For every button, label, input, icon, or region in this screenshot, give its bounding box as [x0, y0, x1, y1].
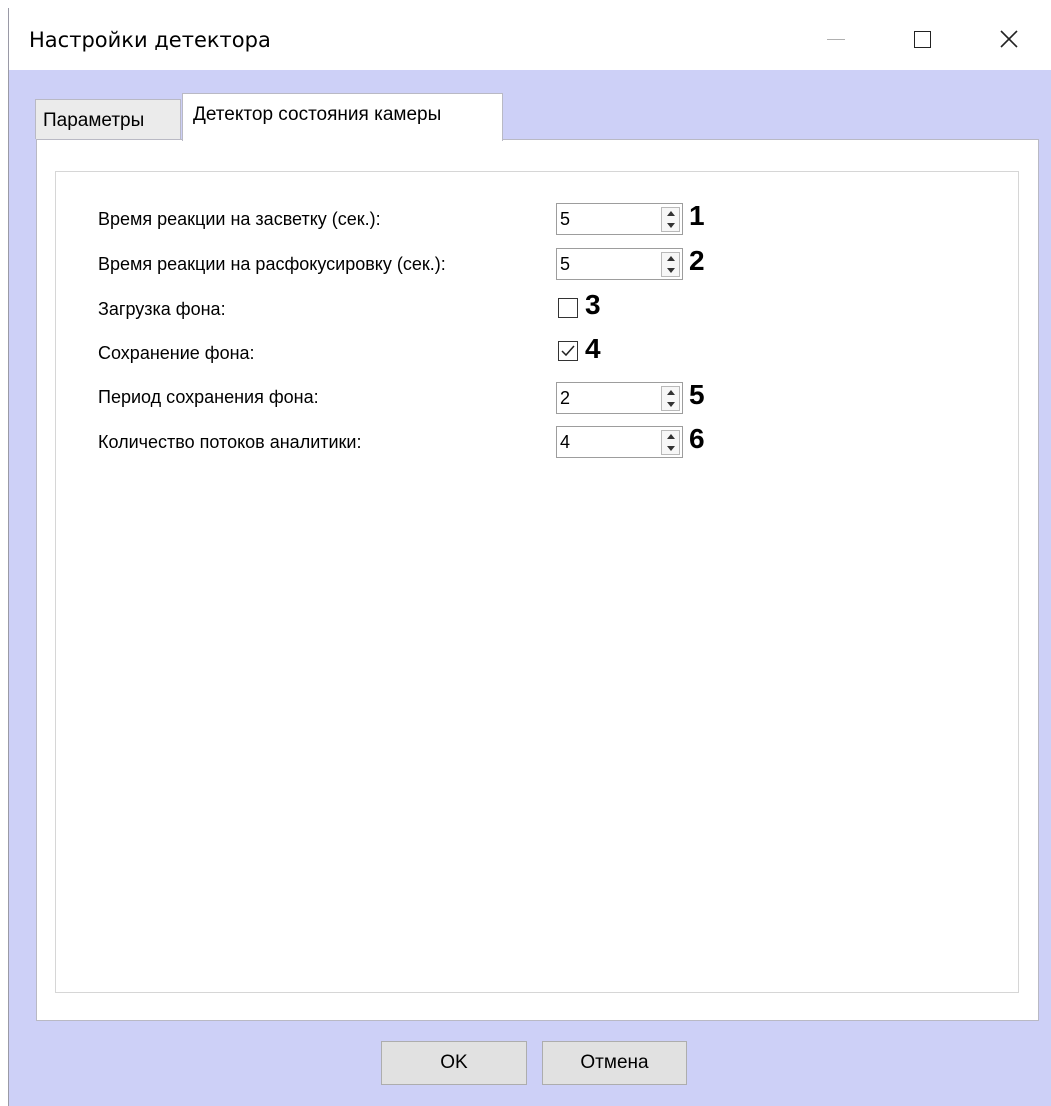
tab-parameters[interactable]: Параметры	[35, 99, 181, 139]
marker-2: 2	[689, 245, 705, 276]
settings-group: Время реакции на засветку (сек.): 5 1 Вр…	[55, 171, 1019, 993]
tab-camera-state-detector[interactable]: Детектор состояния камеры	[182, 93, 503, 141]
arrow-up-icon[interactable]	[666, 211, 675, 217]
title-bar: Настройки детектора	[9, 8, 1051, 70]
close-icon	[1000, 30, 1018, 48]
bg-load-checkbox[interactable]	[558, 298, 578, 318]
marker-5: 5	[689, 379, 705, 410]
minimize-icon	[827, 38, 845, 40]
threads-value[interactable]: 4	[560, 432, 570, 453]
arrow-up-icon[interactable]	[666, 256, 675, 262]
flare-time-value[interactable]: 5	[560, 209, 570, 230]
arrow-down-icon[interactable]	[666, 445, 675, 451]
defocus-time-stepper[interactable]: 5	[556, 248, 683, 280]
defocus-time-value[interactable]: 5	[560, 254, 570, 275]
tab-label: Параметры	[43, 110, 145, 131]
threads-stepper[interactable]: 4	[556, 426, 683, 458]
marker-6: 6	[689, 423, 705, 454]
cancel-button[interactable]: Отмена	[542, 1041, 687, 1085]
bg-load-label: Загрузка фона:	[98, 299, 226, 319]
window-title: Настройки детектора	[29, 28, 271, 52]
bg-period-label: Период сохранения фона:	[98, 387, 319, 407]
flare-time-label: Время реакции на засветку (сек.):	[98, 209, 381, 229]
tab-label: Детектор состояния камеры	[193, 104, 442, 125]
marker-4: 4	[585, 333, 601, 364]
spin-arrows[interactable]	[661, 430, 680, 455]
flare-time-stepper[interactable]: 5	[556, 203, 683, 235]
marker-1: 1	[689, 200, 705, 231]
arrow-down-icon[interactable]	[666, 222, 675, 228]
close-button[interactable]	[974, 8, 1044, 70]
spin-arrows[interactable]	[661, 386, 680, 411]
detector-settings-window: Настройки детектора Параметры Детектор с…	[8, 8, 1051, 1106]
spin-arrows[interactable]	[661, 207, 680, 232]
bg-period-value[interactable]: 2	[560, 388, 570, 409]
arrow-up-icon[interactable]	[666, 434, 675, 440]
bg-save-checkbox[interactable]	[558, 341, 578, 361]
maximize-icon	[913, 30, 931, 48]
arrow-up-icon[interactable]	[666, 390, 675, 396]
ok-button[interactable]: OK	[381, 1041, 527, 1085]
maximize-button[interactable]	[887, 8, 957, 70]
bg-save-label: Сохранение фона:	[98, 343, 255, 363]
marker-3: 3	[585, 289, 601, 320]
tab-panel: Время реакции на засветку (сек.): 5 1 Вр…	[36, 139, 1039, 1021]
defocus-time-label: Время реакции на расфокусировку (сек.):	[98, 254, 446, 274]
arrow-down-icon[interactable]	[666, 267, 675, 273]
threads-label: Количество потоков аналитики:	[98, 432, 362, 452]
spin-arrows[interactable]	[661, 252, 680, 277]
bg-period-stepper[interactable]: 2	[556, 382, 683, 414]
checkmark-icon	[561, 345, 575, 357]
minimize-button[interactable]	[801, 8, 871, 70]
arrow-down-icon[interactable]	[666, 401, 675, 407]
